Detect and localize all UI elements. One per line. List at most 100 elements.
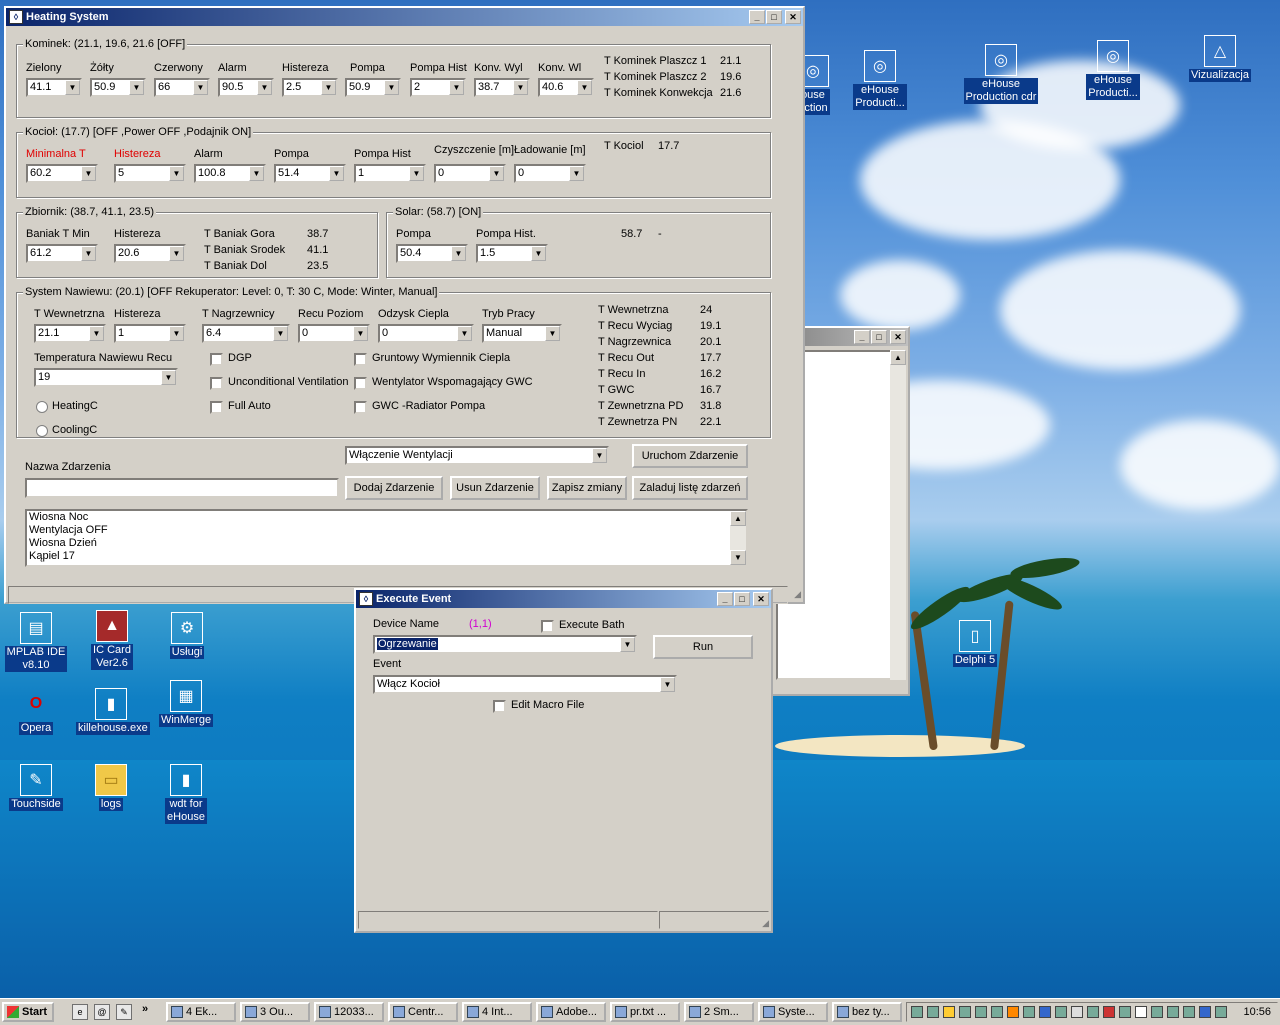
events-listbox[interactable]: Wiosna Noc Wentylacja OFF Wiosna Dzień K… — [25, 509, 748, 567]
temperatura-nawiewu-combo[interactable]: 19 ▼ — [34, 368, 178, 387]
gwc-radiator-checkbox[interactable] — [354, 401, 367, 414]
desktop-icon-ehouse-cdr[interactable]: ◎ eHouse Production cdr — [958, 44, 1044, 104]
tray-icon[interactable] — [1087, 1006, 1099, 1018]
tray-icon[interactable] — [1151, 1006, 1163, 1018]
chevron-down-icon[interactable]: ▼ — [531, 246, 546, 261]
chevron-down-icon[interactable]: ▼ — [592, 448, 607, 463]
desktop-icon-ic-card[interactable]: ▲ IC Card Ver2.6 — [77, 610, 147, 670]
chevron-down-icon[interactable]: ▼ — [169, 326, 184, 341]
czerwony-combo[interactable]: 66 ▼ — [154, 78, 210, 97]
chevron-down-icon[interactable]: ▼ — [321, 80, 336, 95]
device-name-combo[interactable]: Ogrzewanie ▼ — [373, 635, 637, 654]
tray-icon[interactable] — [1215, 1006, 1227, 1018]
pompa-combo[interactable]: 50.4 ▼ — [396, 244, 468, 263]
heatingc-radio[interactable] — [36, 401, 48, 413]
event-select-combo[interactable]: Włączenie Wentylacji ▼ — [345, 446, 609, 465]
taskbar-item[interactable]: pr.txt ... — [610, 1002, 680, 1022]
maximize-icon[interactable]: □ — [871, 330, 887, 344]
chevron-down-icon[interactable]: ▼ — [569, 166, 584, 181]
czyszczenie-combo[interactable]: 0 ▼ — [434, 164, 506, 183]
chevron-down-icon[interactable]: ▼ — [620, 637, 635, 652]
minimize-icon[interactable]: _ — [717, 592, 733, 606]
chevron-down-icon[interactable]: ▼ — [545, 326, 560, 341]
resize-grip-icon[interactable]: ◢ — [789, 588, 801, 600]
maximize-icon[interactable]: □ — [766, 10, 782, 24]
vertical-scrollbar[interactable]: ▲ ▼ — [730, 511, 746, 565]
edit-macro-checkbox[interactable] — [493, 700, 506, 713]
konv-wl-combo[interactable]: 40.6 ▼ — [538, 78, 594, 97]
vertical-scrollbar[interactable]: ▲ — [890, 350, 906, 680]
tray-icon[interactable] — [927, 1006, 939, 1018]
add-event-button[interactable]: Dodaj Zdarzenie — [345, 476, 443, 500]
tray-icon[interactable] — [911, 1006, 923, 1018]
pompa-combo[interactable]: 51.4 ▼ — [274, 164, 346, 183]
dgp-checkbox[interactable] — [210, 353, 223, 366]
tray-icon[interactable] — [975, 1006, 987, 1018]
desktop-icon-uslugi[interactable]: ⚙ Usługi — [152, 612, 222, 659]
taskbar-item[interactable]: 2 Sm... — [684, 1002, 754, 1022]
scroll-up-icon[interactable]: ▲ — [730, 511, 746, 526]
run-button[interactable]: Run — [653, 635, 753, 659]
tray-icon[interactable] — [1007, 1006, 1019, 1018]
t-wewnetrzna-combo[interactable]: 21.1 ▼ — [34, 324, 106, 343]
histereza-combo[interactable]: 20.6 ▼ — [114, 244, 186, 263]
chevron-down-icon[interactable]: ▼ — [81, 166, 96, 181]
desktop-icon-logs[interactable]: ▭ logs — [76, 764, 146, 811]
desktop-icon-winmerge[interactable]: ▦ WinMerge — [151, 680, 221, 727]
chevron-down-icon[interactable]: ▼ — [449, 80, 464, 95]
chevron-down-icon[interactable]: ▼ — [457, 326, 472, 341]
scroll-up-icon[interactable]: ▲ — [890, 350, 906, 365]
recu-poziom-combo[interactable]: 0 ▼ — [298, 324, 370, 343]
chevron-down-icon[interactable]: ▼ — [329, 166, 344, 181]
desktop-icon-delphi[interactable]: ▯ Delphi 5 — [940, 620, 1010, 667]
chevron-down-icon[interactable]: ▼ — [257, 80, 272, 95]
tray-icon[interactable] — [959, 1006, 971, 1018]
bluetooth-icon[interactable] — [1039, 1006, 1051, 1018]
histereza-combo[interactable]: 2.5 ▼ — [282, 78, 338, 97]
execute-event-window[interactable]: ◊ Execute Event _ □ ✕ Device Name (1,1) … — [354, 588, 773, 933]
desktop-icon-wdt[interactable]: ▮ wdt for eHouse — [151, 764, 221, 824]
chevron-down-icon[interactable]: ▼ — [353, 326, 368, 341]
list-item[interactable]: Wiosna Dzień — [27, 537, 746, 550]
music-icon[interactable] — [1071, 1006, 1083, 1018]
event-combo[interactable]: Włącz Kocioł ▼ — [373, 675, 677, 694]
histereza-combo[interactable]: 1 ▼ — [114, 324, 186, 343]
volume-icon[interactable] — [1119, 1006, 1131, 1018]
desktop-icon-killehouse[interactable]: ▮ killehouse.exe — [76, 688, 150, 735]
list-item[interactable]: Wiosna Noc — [27, 511, 746, 524]
desktop-icon-mplab[interactable]: ▤ MPLAB IDE v8.10 — [1, 612, 71, 672]
desktop-icon-ehouse-2[interactable]: ◎ eHouse Producti... — [845, 50, 915, 110]
close-icon[interactable]: ✕ — [785, 10, 801, 24]
pompa-hist-combo[interactable]: 1 ▼ — [354, 164, 426, 183]
unconditional-ventilation-checkbox[interactable] — [210, 377, 223, 390]
chevron-down-icon[interactable]: ▼ — [169, 246, 184, 261]
pompa-hist-combo[interactable]: 2 ▼ — [410, 78, 466, 97]
network-icon[interactable] — [1199, 1006, 1211, 1018]
load-events-button[interactable]: Zaladuj listę zdarzeń — [632, 476, 748, 500]
remove-event-button[interactable]: Usun Zdarzenie — [450, 476, 540, 500]
tray-icon[interactable] — [1023, 1006, 1035, 1018]
taskbar-item[interactable]: 4 Ek... — [166, 1002, 236, 1022]
desktop-icon-touchside[interactable]: ✎ Touchside — [1, 764, 71, 811]
maximize-icon[interactable]: □ — [734, 592, 750, 606]
minimize-icon[interactable]: _ — [854, 330, 870, 344]
full-auto-checkbox[interactable] — [210, 401, 223, 414]
minimalna-t-combo[interactable]: 60.2 ▼ — [26, 164, 98, 183]
clock[interactable]: 10:56 — [1243, 1006, 1271, 1018]
close-icon[interactable]: ✕ — [753, 592, 769, 606]
chevron-down-icon[interactable]: ▼ — [249, 166, 264, 181]
taskbar-item[interactable]: Adobe... — [536, 1002, 606, 1022]
tray-icon[interactable] — [1135, 1006, 1147, 1018]
coolingc-radio[interactable] — [36, 425, 48, 437]
run-event-button[interactable]: Uruchom Zdarzenie — [632, 444, 748, 468]
ie-quicklaunch-icon[interactable]: e — [72, 1004, 88, 1020]
zielony-combo[interactable]: 41.1 ▼ — [26, 78, 82, 97]
close-icon[interactable]: ✕ — [890, 330, 906, 344]
chevron-down-icon[interactable]: ▼ — [161, 370, 176, 385]
event-name-input[interactable] — [25, 478, 339, 498]
histereza-combo[interactable]: 5 ▼ — [114, 164, 186, 183]
gruntowy-wymiennik-checkbox[interactable] — [354, 353, 367, 366]
zolty-combo[interactable]: 50.9 ▼ — [90, 78, 146, 97]
taskbar-item[interactable]: 4 Int... — [462, 1002, 532, 1022]
tray-icon[interactable] — [1183, 1006, 1195, 1018]
